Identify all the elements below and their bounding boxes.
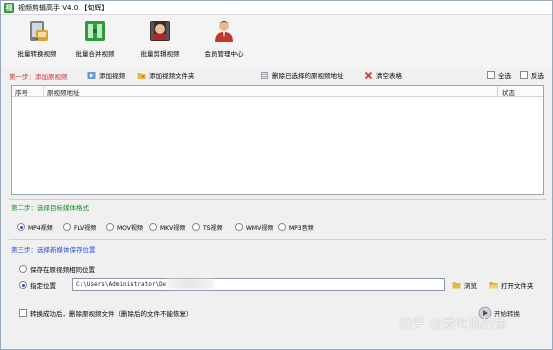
select-all-label: 全选 [498, 72, 511, 80]
save-same-location-label: 保存在原视频相同位置 [30, 266, 95, 274]
open-folder-label: 打开文件夹 [501, 282, 534, 290]
browse-label: 浏览 [464, 282, 477, 290]
batch-clip-button[interactable]: 批量剪辑视频 [132, 18, 188, 58]
browse-button[interactable]: 浏览 [452, 280, 477, 290]
redacted-area [166, 279, 214, 289]
format-flv-radio[interactable]: FLV视频 [63, 223, 96, 232]
radio[interactable] [278, 223, 286, 231]
merge-video-icon [82, 18, 108, 44]
format-mp3-radio[interactable]: MP3音频 [278, 223, 314, 232]
member-center-button[interactable]: 会员管理中心 [196, 18, 252, 58]
batch-clip-label: 批量剪辑视频 [140, 50, 180, 58]
format-mkv-radio[interactable]: MKV视频 [149, 223, 185, 232]
radio-selected[interactable] [17, 223, 25, 231]
step1-bar: 第一步：添加原视频 添加视频 添加视频文件夹 删除已选择的原视频地址 清空表格 … [9, 69, 546, 83]
clear-icon [364, 71, 373, 80]
select-all-box[interactable] [487, 71, 495, 79]
open-folder-icon [489, 281, 498, 289]
main-toolbar: 批量转换视频 批量合并视频 批量剪辑视频 会员管理中心 [1, 15, 552, 67]
save-path-input[interactable]: C:\Users\Administrator\De [72, 278, 445, 291]
radio[interactable] [235, 223, 243, 231]
delete-selected-label: 删除已选择的原视频地址 [272, 72, 344, 80]
app-icon: 视 [4, 3, 14, 13]
column-divider [497, 86, 498, 97]
delete-after-checkbox[interactable]: 转换成功后，删除原视频文件（删除后的文件不能恢复） [19, 308, 193, 318]
invert-box[interactable] [520, 71, 528, 79]
batch-convert-label: 批量转换视频 [17, 50, 57, 58]
title-bar: 视 视频剪辑高手 V4.0 【旬辉】 [1, 1, 552, 15]
member-center-icon [211, 18, 237, 44]
open-folder-button[interactable]: 打开文件夹 [489, 280, 534, 290]
col-source-path[interactable]: 原视频地址 [47, 87, 80, 97]
specify-location-radio[interactable]: 指定位置 [19, 280, 56, 290]
batch-merge-label: 批量合并视频 [75, 50, 115, 58]
format-mp3-label: MP3音频 [289, 225, 314, 232]
col-status[interactable]: 状态 [502, 87, 515, 97]
format-mp4-radio[interactable]: MP4视频 [17, 223, 53, 232]
watermark: 知乎 @爱吃猫的鱼 [399, 317, 508, 332]
table-header: 序号 原视频地址 状态 [12, 86, 543, 97]
radio[interactable] [149, 223, 157, 231]
select-all-checkbox[interactable]: 全选 [487, 70, 511, 80]
batch-merge-button[interactable]: 批量合并视频 [67, 18, 123, 58]
format-mp4-label: MP4视频 [28, 225, 53, 232]
clear-table-button[interactable]: 清空表格 [364, 70, 402, 80]
radio[interactable] [63, 223, 71, 231]
invert-selection-checkbox[interactable]: 反选 [520, 70, 544, 80]
invert-label: 反选 [531, 72, 544, 80]
radio[interactable] [192, 223, 200, 231]
folder-icon [452, 281, 461, 289]
delete-after-label: 转换成功后，删除原视频文件（删除后的文件不能恢复） [30, 310, 193, 318]
divider [9, 239, 546, 240]
format-mov-radio[interactable]: MOV视频 [106, 223, 143, 232]
format-wmv-radio[interactable]: WMV视频 [235, 223, 273, 232]
save-same-location-radio[interactable]: 保存在原视频相同位置 [19, 264, 95, 274]
format-flv-label: FLV视频 [74, 225, 97, 232]
format-mov-label: MOV视频 [117, 225, 143, 232]
format-wmv-label: WMV视频 [246, 225, 274, 232]
add-folder-label: 添加视频文件夹 [149, 72, 195, 80]
delete-selected-button[interactable]: 删除已选择的原视频地址 [260, 70, 344, 80]
batch-convert-button[interactable]: 批量转换视频 [9, 18, 65, 58]
delete-after-box[interactable] [19, 309, 27, 317]
format-ts-label: TS视频 [203, 225, 223, 232]
add-video-button[interactable]: 添加视频 [87, 70, 125, 80]
add-folder-button[interactable]: 添加视频文件夹 [137, 70, 195, 80]
window-title: 视频剪辑高手 V4.0 【旬辉】 [18, 4, 109, 12]
convert-video-icon [24, 18, 50, 44]
specify-location-label: 指定位置 [30, 282, 56, 290]
col-index[interactable]: 序号 [15, 87, 28, 97]
app-window: 视 视频剪辑高手 V4.0 【旬辉】 批量转换视频 批量合并视频 批量剪辑视频 … [0, 0, 553, 350]
clear-table-label: 清空表格 [376, 72, 402, 80]
add-folder-icon [137, 71, 146, 80]
clip-video-icon [147, 18, 173, 44]
column-divider [43, 86, 44, 97]
step1-title: 第一步：添加原视频 [9, 73, 68, 81]
step2-title: 第二步：选择目标媒体格式 [11, 204, 89, 212]
add-video-label: 添加视频 [99, 72, 125, 80]
format-mkv-label: MKV视频 [160, 225, 186, 232]
format-ts-radio[interactable]: TS视频 [192, 223, 222, 232]
step3-title: 第三步：选择新媒体保存位置 [11, 246, 96, 254]
radio[interactable] [106, 223, 114, 231]
radio-selected[interactable] [19, 281, 27, 289]
member-center-label: 会员管理中心 [204, 50, 244, 58]
delete-list-icon [260, 71, 269, 80]
add-video-icon [87, 71, 96, 80]
video-table[interactable]: 序号 原视频地址 状态 [11, 85, 544, 195]
radio[interactable] [19, 265, 27, 273]
divider [9, 199, 546, 200]
